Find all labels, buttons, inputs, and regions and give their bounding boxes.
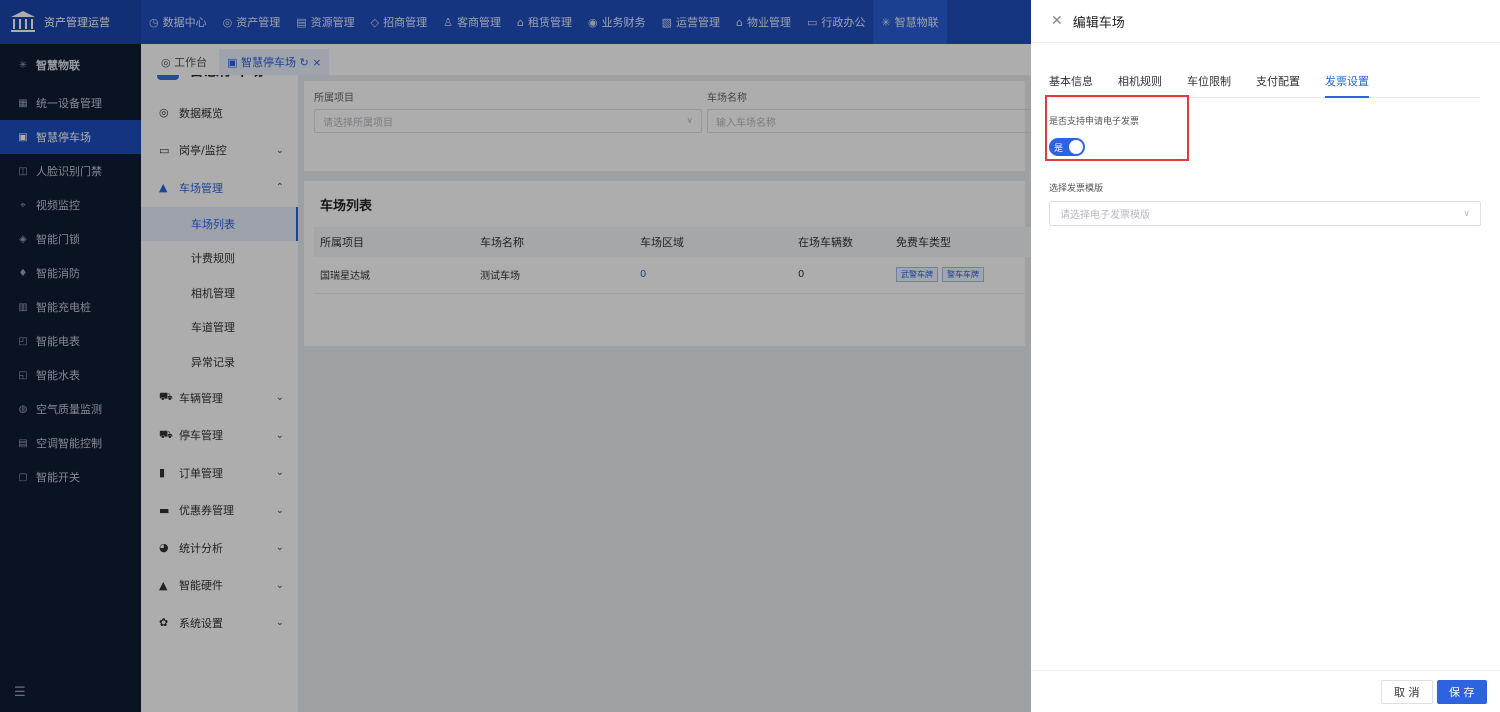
- cancel-button[interactable]: 取 消: [1381, 680, 1433, 704]
- toggle-knob: [1069, 140, 1083, 154]
- invoice-support-label: 是否支持申请电子发票: [1049, 117, 1140, 127]
- template-label: 选择发票模版: [1049, 184, 1104, 194]
- invoice-toggle[interactable]: 是: [1049, 138, 1085, 156]
- drawer-header: ✕ 编辑车场: [1031, 0, 1500, 43]
- edit-parking-drawer: ✕ 编辑车场 基本信息 相机规则 车位限制 支付配置 发票设置 是否支持申请电子…: [1031, 0, 1500, 712]
- drawer-title: 编辑车场: [1072, 15, 1125, 31]
- close-icon[interactable]: ✕: [1051, 13, 1063, 29]
- template-placeholder: 请选择电子发票模版: [1060, 210, 1150, 221]
- drawer-footer: 取 消 保 存: [1031, 670, 1500, 712]
- tab-payment-config[interactable]: 支付配置: [1256, 73, 1300, 98]
- chevron-down-icon: ∨: [1463, 208, 1470, 219]
- modal-overlay[interactable]: [0, 0, 1031, 712]
- tab-invoice-settings[interactable]: 发票设置: [1325, 73, 1369, 98]
- save-button[interactable]: 保 存: [1437, 680, 1487, 704]
- toggle-text: 是: [1054, 144, 1064, 154]
- tab-space-limit[interactable]: 车位限制: [1187, 73, 1231, 98]
- invoice-template-select[interactable]: 请选择电子发票模版 ∨: [1049, 201, 1481, 226]
